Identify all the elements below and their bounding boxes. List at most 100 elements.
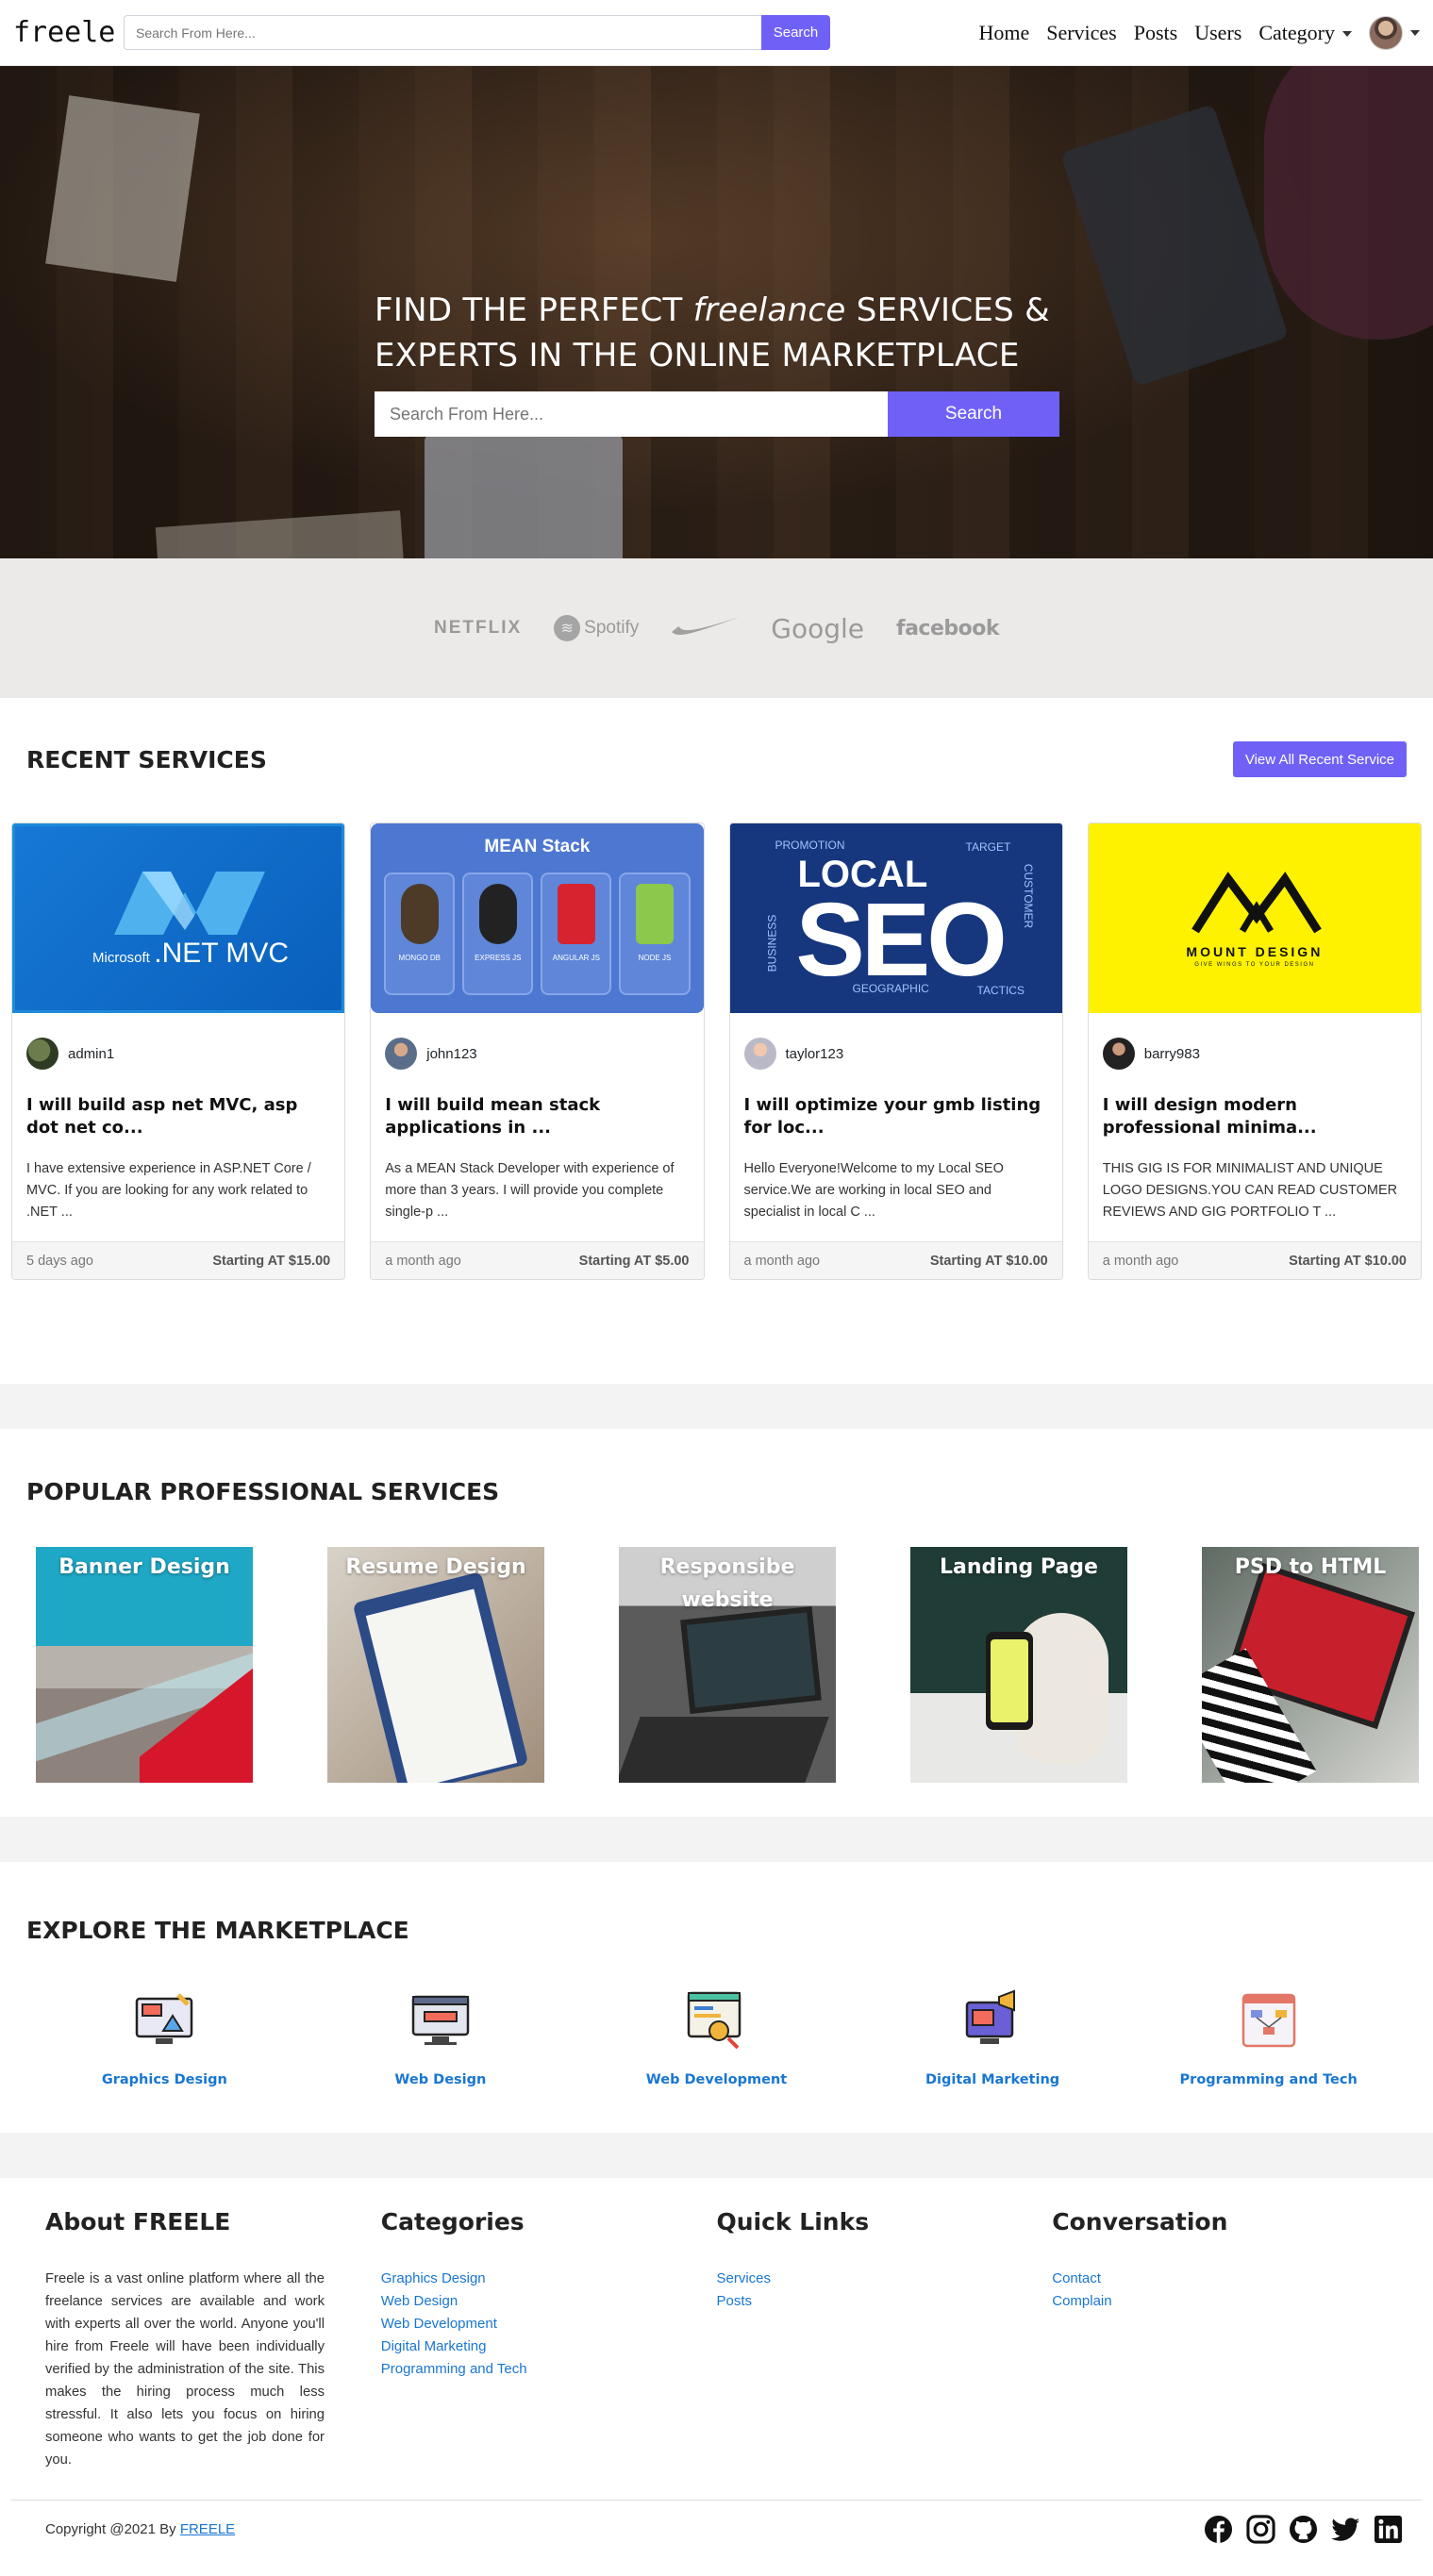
service-card[interactable]: MOUNT DESIGN GIVE WINGS TO YOUR DESIGN b… (1087, 823, 1422, 1280)
service-card[interactable]: MEAN Stack MONGO DB EXPRESS JS ANGULAR J… (370, 823, 705, 1280)
popular-tile-responsive-website[interactable]: Responsibe website (619, 1547, 836, 1783)
footer-link-web-development[interactable]: Web Development (381, 2313, 717, 2335)
footer-link-services[interactable]: Services (717, 2268, 1053, 2290)
seo-tag: TARGET (965, 840, 1011, 854)
service-card[interactable]: PROMOTION TARGET BUSINESS CUSTOMER GEOGR… (728, 823, 1063, 1280)
section-title: EXPLORE THE MARKETPLACE (26, 1917, 409, 1944)
explore-item-digital-marketing[interactable]: Digital Marketing (875, 1989, 1110, 2087)
explore-label: Graphics Design (101, 2072, 227, 2087)
nike-logo (667, 613, 742, 643)
recent-services-header: RECENT SERVICES View All Recent Service (0, 741, 1433, 777)
google-logo: Google (771, 612, 864, 644)
avatar (1102, 1038, 1135, 1070)
avatar (743, 1038, 776, 1070)
card-body: john123 I will build mean stack applicat… (371, 1013, 703, 1232)
footer-heading: Categories (380, 2208, 525, 2235)
popular-tile-banner-design[interactable]: Banner Design (36, 1547, 253, 1783)
mongodb-icon (400, 884, 439, 944)
section-divider (0, 1384, 1433, 1429)
seo-tag: PROMOTION (775, 839, 845, 852)
twitter-icon[interactable] (1331, 2515, 1360, 2544)
copyright: Copyright @2021 By FREELE (45, 2521, 236, 2537)
footer: About FREELE Freele is a vast online pla… (0, 2178, 1433, 2558)
card-description: Hello Everyone!Welcome to my Local SEO s… (743, 1161, 1004, 1220)
popular-services-section: POPULAR PROFESSIONAL SERVICES Banner Des… (0, 1429, 1433, 1817)
nav-dropdown-category[interactable]: Category (1258, 21, 1352, 45)
service-cards: Microsoft .NET MVC admin1 I will build a… (0, 823, 1433, 1280)
angular-tile: ANGULAR JS (541, 873, 612, 995)
card-title[interactable]: I will design modern professional minima… (1103, 1094, 1407, 1141)
card-author[interactable]: barry983 (1102, 1038, 1407, 1070)
card-author[interactable]: admin1 (26, 1038, 330, 1070)
service-image: Microsoft .NET MVC (12, 823, 345, 1013)
hero-banner: FIND THE PERFECT freelance SERVICES & EX… (0, 66, 1433, 558)
footer-link-complain[interactable]: Complain (1052, 2290, 1388, 2313)
nav-link-services[interactable]: Services (1046, 21, 1117, 45)
digital-marketing-icon (965, 1989, 1016, 2044)
footer-link-graphics-design[interactable]: Graphics Design (381, 2268, 717, 2290)
view-all-recent-button[interactable]: View All Recent Service (1232, 741, 1407, 777)
service-image: MOUNT DESIGN GIVE WINGS TO YOUR DESIGN (1088, 823, 1421, 1013)
social-links (1204, 2515, 1422, 2544)
seo-tag: CUSTOMER (1021, 863, 1035, 929)
section-divider (0, 2133, 1433, 2178)
explore-item-web-development[interactable]: Web Development (598, 1989, 834, 2087)
nav-link-home[interactable]: Home (978, 21, 1029, 45)
card-description: As a MEAN Stack Developer with experienc… (385, 1161, 675, 1220)
footer-about-text: Freele is a vast online platform where a… (45, 2271, 325, 2468)
footer-link-posts[interactable]: Posts (717, 2290, 1053, 2313)
footer-bottom-bar: Copyright @2021 By FREELE (11, 2500, 1422, 2558)
mount-design-logo-icon (1191, 872, 1322, 934)
explore-item-graphics-design[interactable]: Graphics Design (46, 1989, 282, 2087)
explore-item-web-design[interactable]: Web Design (323, 1989, 558, 2087)
nav-link-users[interactable]: Users (1194, 21, 1241, 45)
github-icon[interactable] (1289, 2515, 1318, 2544)
user-menu[interactable] (1369, 15, 1420, 50)
footer-link-programming-tech[interactable]: Programming and Tech (381, 2358, 717, 2381)
explore-item-programming-tech[interactable]: Programming and Tech (1151, 1989, 1387, 2087)
hero-search-button[interactable]: Search (888, 391, 1059, 437)
web-design-icon (411, 1995, 470, 2045)
mount-design-name: MOUNT DESIGN (1186, 944, 1324, 959)
card-title[interactable]: I will optimize your gmb listing for loc… (744, 1094, 1048, 1141)
hero-bg-person (1264, 66, 1433, 340)
avatar (1369, 15, 1403, 50)
explore-categories: Graphics Design Web Design Web Developme… (0, 1989, 1433, 2087)
dotnet-logo-text: Microsoft .NET MVC (92, 938, 290, 969)
popular-tile-psd-to-html[interactable]: PSD to HTML (1202, 1547, 1419, 1783)
author-name: barry983 (1143, 1045, 1200, 1062)
popular-tiles: Banner Design Resume Design Responsibe w… (0, 1547, 1433, 1783)
explore-label: Programming and Tech (1179, 2072, 1358, 2087)
footer-about: About FREELE Freele is a vast online pla… (45, 2208, 381, 2471)
chevron-down-icon (1342, 31, 1352, 38)
mount-design-tagline: GIVE WINGS TO YOUR DESIGN (1194, 962, 1315, 968)
card-author[interactable]: john123 (385, 1038, 689, 1070)
footer-link-digital-marketing[interactable]: Digital Marketing (381, 2335, 717, 2358)
card-title[interactable]: I will build mean stack applications in … (385, 1094, 689, 1141)
footer-quick-links: Quick Links Services Posts (717, 2208, 1053, 2471)
popular-tile-label: Responsibe website (659, 1555, 795, 1612)
facebook-icon[interactable] (1204, 2515, 1233, 2544)
author-name: john123 (426, 1045, 477, 1062)
brand-logo[interactable]: freele (13, 16, 115, 49)
nav-link-posts[interactable]: Posts (1134, 21, 1177, 45)
seo-tag: BUSINESS (764, 914, 778, 972)
service-card[interactable]: Microsoft .NET MVC admin1 I will build a… (11, 823, 346, 1280)
card-title[interactable]: I will build asp net MVC, asp dot net co… (26, 1094, 330, 1141)
copyright-link[interactable]: FREELE (180, 2521, 235, 2537)
instagram-icon[interactable] (1246, 2515, 1275, 2544)
graphics-design-icon (136, 1993, 193, 2044)
nav-search-button[interactable]: Search (761, 15, 830, 50)
popular-tile-landing-page[interactable]: Landing Page (910, 1547, 1127, 1783)
linkedin-icon[interactable] (1374, 2515, 1403, 2544)
hero-search-input[interactable] (375, 391, 888, 437)
footer-category-links: Graphics Design Web Design Web Developme… (381, 2268, 717, 2381)
footer-link-web-design[interactable]: Web Design (381, 2290, 717, 2313)
popular-tile-label: Banner Design (58, 1555, 230, 1579)
card-author[interactable]: taylor123 (743, 1038, 1048, 1070)
popular-tile-resume-design[interactable]: Resume Design (327, 1547, 544, 1783)
nav-search-input[interactable] (124, 15, 761, 50)
footer-link-contact[interactable]: Contact (1052, 2268, 1388, 2290)
footer-columns: About FREELE Freele is a vast online pla… (0, 2208, 1433, 2471)
card-footer: 5 days ago Starting AT $15.00 (12, 1241, 345, 1279)
